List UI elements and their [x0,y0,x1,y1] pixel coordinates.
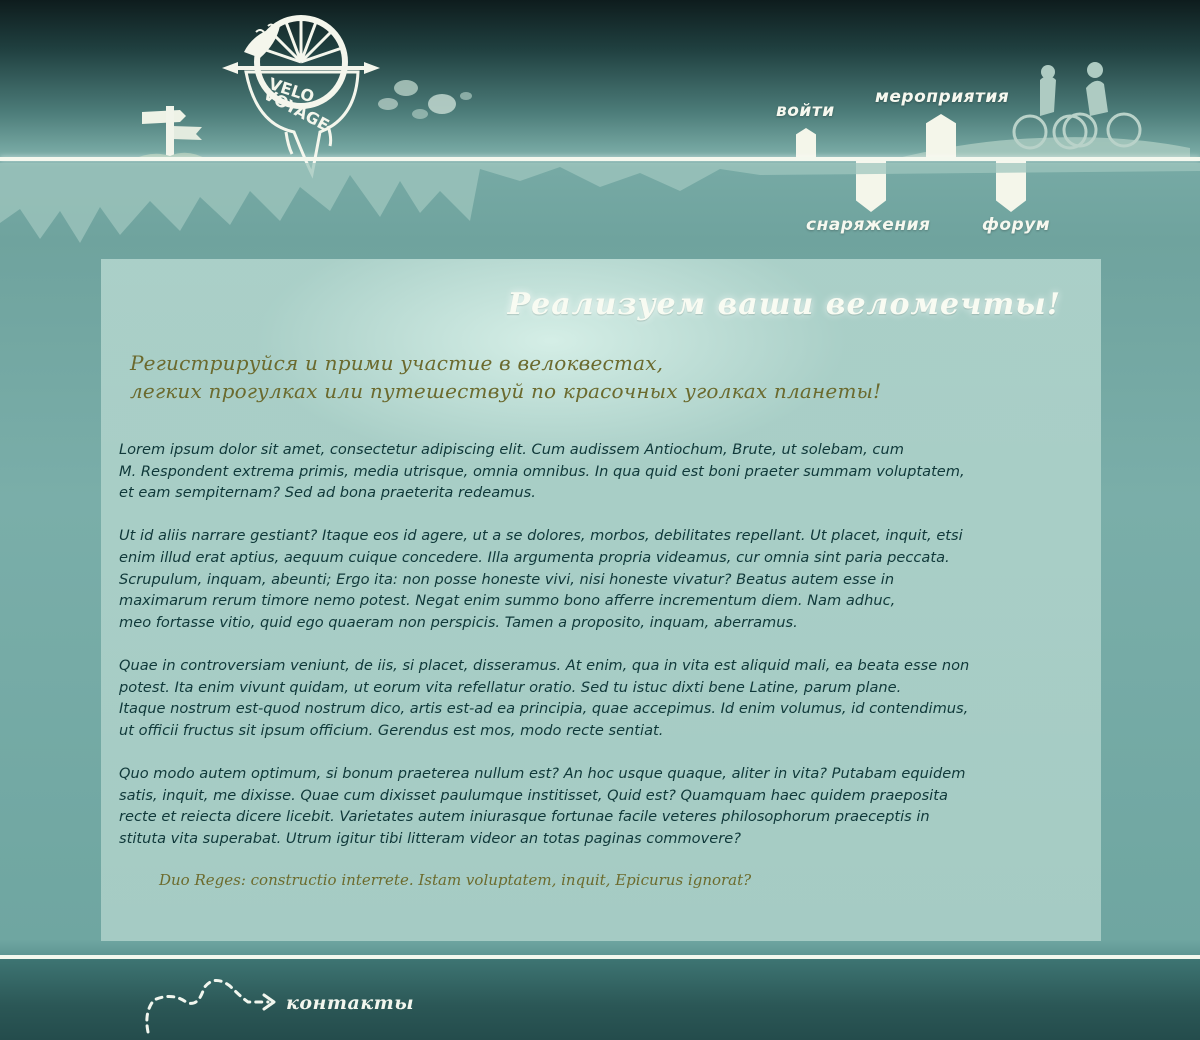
article-body: Lorem ipsum dolor sit amet, consectetur … [119,439,1091,871]
paragraph-line: recte et reiecta dicere licebit. Varieta… [119,808,930,826]
nav-login-link[interactable]: войти [776,101,835,121]
paragraph-line: enim illud erat aptius, aequum cuique co… [119,548,950,566]
forest-silhouette [0,163,1200,243]
article-paragraph: Quo modo autem optimum, si bonum praeter… [119,763,1091,849]
tagline-line-1: Регистрируйся и прими участие в велоквес… [130,351,664,375]
main-content-panel: Реализуем ваши веломечты! Регистрируйся … [101,259,1101,941]
tagline-line-2: легких прогулках или путешествуй по крас… [130,379,882,403]
nav-peg-events [926,114,956,160]
article-paragraph: Quae in controversiam veniunt, de iis, s… [119,655,1091,741]
paragraph-line: M. Respondent extrema primis, media utri… [119,462,965,480]
paragraph-line: Lorem ipsum dolor sit amet, consectetur … [119,441,904,458]
dotted-path-arrow-icon [145,979,276,1034]
paragraph-line: Quo modo autem optimum, si bonum praeter… [119,764,966,782]
paragraph-line: ut officii fructus sit ipsum officium. G… [119,721,664,739]
paragraph-line: satis, inquit, me dixisse. Quae cum dixi… [119,786,948,804]
paragraph-line: maximarum rerum timore nemo potest. Nega… [119,592,896,610]
paint-blots-decoration [378,80,472,119]
paragraph-line: Scrupulum, inquam, abeunti; Ergo ita: no… [119,570,895,588]
paragraph-line: potest. Ita enim vivunt quidam, ut eorum… [119,678,902,696]
paragraph-line: et eam sempiternam? Sed ad bona praeteri… [119,484,536,502]
hero-tagline: Регистрируйся и прими участие в велоквес… [130,349,881,405]
paragraph-line: Itaque nostrum est-quod nostrum dico, ar… [119,700,969,718]
nav-events-link[interactable]: мероприятия [875,87,1009,107]
footer-contacts-link[interactable]: контакты [286,992,414,1014]
paragraph-line: meo fortasse vitio, quid ego quaeram non… [119,613,798,631]
hero-title: Реализуем ваши веломечты! [507,287,1061,322]
paragraph-line: Ut id aliis narrare gestiant? Itaque eos… [119,527,963,545]
paragraph-line: stituta vita superabat. Utrum igitur tib… [119,829,741,847]
article-paragraph: Lorem ipsum dolor sit amet, consectetur … [119,439,1091,504]
paragraph-line: Quae in controversiam veniunt, de iis, s… [119,656,970,674]
velo-voyage-logo[interactable]: VELO VOYAGE [216,14,386,179]
nav-peg-login [796,128,816,160]
footer-divider [0,955,1200,959]
signpost-icon [132,106,208,160]
article-quote: Duo Reges: constructio interrete. Istam … [159,871,752,889]
article-paragraph: Ut id aliis narrare gestiant? Itaque eos… [119,525,1091,633]
